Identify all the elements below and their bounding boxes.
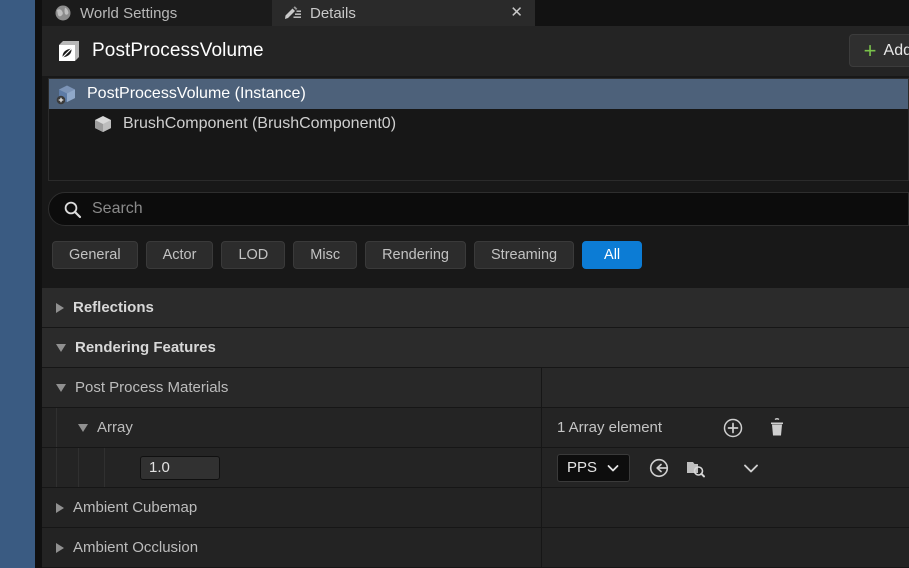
array-element-count: 1 Array element	[557, 419, 662, 436]
tab-world-settings[interactable]: World Settings	[42, 0, 272, 26]
brush-component-icon	[91, 112, 115, 136]
pill-label: Actor	[163, 247, 197, 263]
chevron-down-icon	[606, 461, 620, 475]
volume-instance-icon	[55, 82, 79, 106]
plus-icon: +	[864, 40, 877, 62]
property-label: Post Process Materials	[75, 379, 228, 396]
filter-pill-misc[interactable]: Misc	[293, 241, 357, 269]
indent-guide	[56, 408, 57, 447]
chevron-down-icon[interactable]	[56, 344, 66, 352]
search-icon	[63, 200, 82, 219]
outliner-row-brushcomponent[interactable]: BrushComponent (BrushComponent0)	[49, 109, 908, 139]
weight-input[interactable]: 1.0	[140, 456, 220, 480]
filter-pill-general[interactable]: General	[52, 241, 138, 269]
filter-pill-lod[interactable]: LOD	[221, 241, 285, 269]
property-label: Array	[97, 419, 133, 436]
search-row: Search	[48, 192, 909, 226]
left-gutter	[35, 0, 42, 568]
property-row-rendering-features[interactable]: Rendering Features	[42, 328, 909, 368]
search-placeholder: Search	[92, 200, 143, 218]
browse-asset-icon[interactable]	[684, 457, 706, 479]
details-pencil-icon	[284, 4, 302, 22]
details-header: PostProcessVolume + Add	[42, 26, 909, 76]
chevron-right-icon[interactable]	[56, 543, 64, 553]
indent-guide	[104, 448, 105, 487]
pill-label: LOD	[238, 247, 268, 263]
dropdown-chevron-icon[interactable]	[740, 457, 762, 479]
outliner-row-postprocessvolume[interactable]: PostProcessVolume (Instance)	[49, 79, 908, 109]
filter-pill-streaming[interactable]: Streaming	[474, 241, 574, 269]
page-title: PostProcessVolume	[92, 40, 264, 62]
array-element-value-cell: PPS	[542, 448, 909, 487]
property-label: Rendering Features	[75, 339, 216, 356]
column-divider	[541, 488, 542, 527]
property-row-reflections[interactable]: Reflections	[42, 288, 909, 328]
pill-label: All	[604, 247, 620, 263]
material-asset-picker[interactable]: PPS	[557, 454, 630, 482]
filter-pill-rendering[interactable]: Rendering	[365, 241, 466, 269]
filter-pill-all[interactable]: All	[582, 241, 642, 269]
globe-icon	[54, 4, 72, 22]
column-divider	[541, 528, 542, 567]
chevron-right-icon[interactable]	[56, 503, 64, 513]
property-row-ambient-cubemap[interactable]: Ambient Cubemap	[42, 488, 909, 528]
tab-label: World Settings	[80, 5, 177, 22]
tab-bar: World Settings Details ✕	[42, 0, 909, 26]
pill-label: Misc	[310, 247, 340, 263]
chevron-right-icon[interactable]	[56, 303, 64, 313]
details-panel-window: World Settings Details ✕ PostProcessVolu…	[0, 0, 909, 568]
chevron-down-icon[interactable]	[56, 384, 66, 392]
outliner-label: PostProcessVolume (Instance)	[87, 85, 306, 103]
property-list: Reflections Rendering Features Post Proc…	[42, 288, 909, 568]
array-value-cell: 1 Array element	[542, 408, 909, 447]
column-divider	[541, 368, 542, 407]
asset-name: PPS	[567, 459, 597, 476]
filter-pill-group: General Actor LOD Misc Rendering Streami…	[52, 241, 642, 269]
property-row-array-element-0[interactable]: 1.0 PPS	[42, 448, 909, 488]
pill-label: General	[69, 247, 121, 263]
property-row-array[interactable]: Array 1 Array element	[42, 408, 909, 448]
left-edge-strip	[0, 0, 35, 568]
component-outliner: PostProcessVolume (Instance) BrushCompon…	[48, 78, 909, 181]
pill-label: Streaming	[491, 247, 557, 263]
property-label: Ambient Occlusion	[73, 539, 198, 556]
delete-array-icon[interactable]	[766, 417, 788, 439]
search-input[interactable]: Search	[48, 192, 909, 226]
add-element-icon[interactable]	[722, 417, 744, 439]
property-label: Reflections	[73, 299, 154, 316]
close-icon[interactable]: ✕	[510, 3, 523, 23]
indent-guide	[56, 448, 57, 487]
tab-details[interactable]: Details ✕	[272, 0, 535, 26]
tab-label: Details	[310, 5, 356, 22]
property-label: Ambient Cubemap	[73, 499, 197, 516]
filter-pill-actor[interactable]: Actor	[146, 241, 214, 269]
property-row-ambient-occlusion[interactable]: Ambient Occlusion	[42, 528, 909, 568]
pill-label: Rendering	[382, 247, 449, 263]
indent-guide	[78, 448, 79, 487]
reset-to-default-icon[interactable]	[648, 457, 670, 479]
chevron-down-icon[interactable]	[78, 424, 88, 432]
add-button-label: Add	[884, 42, 909, 60]
add-component-button[interactable]: + Add	[849, 34, 909, 67]
property-row-post-process-materials[interactable]: Post Process Materials	[42, 368, 909, 408]
outliner-label: BrushComponent (BrushComponent0)	[123, 115, 396, 133]
postprocessvolume-icon	[56, 38, 82, 64]
